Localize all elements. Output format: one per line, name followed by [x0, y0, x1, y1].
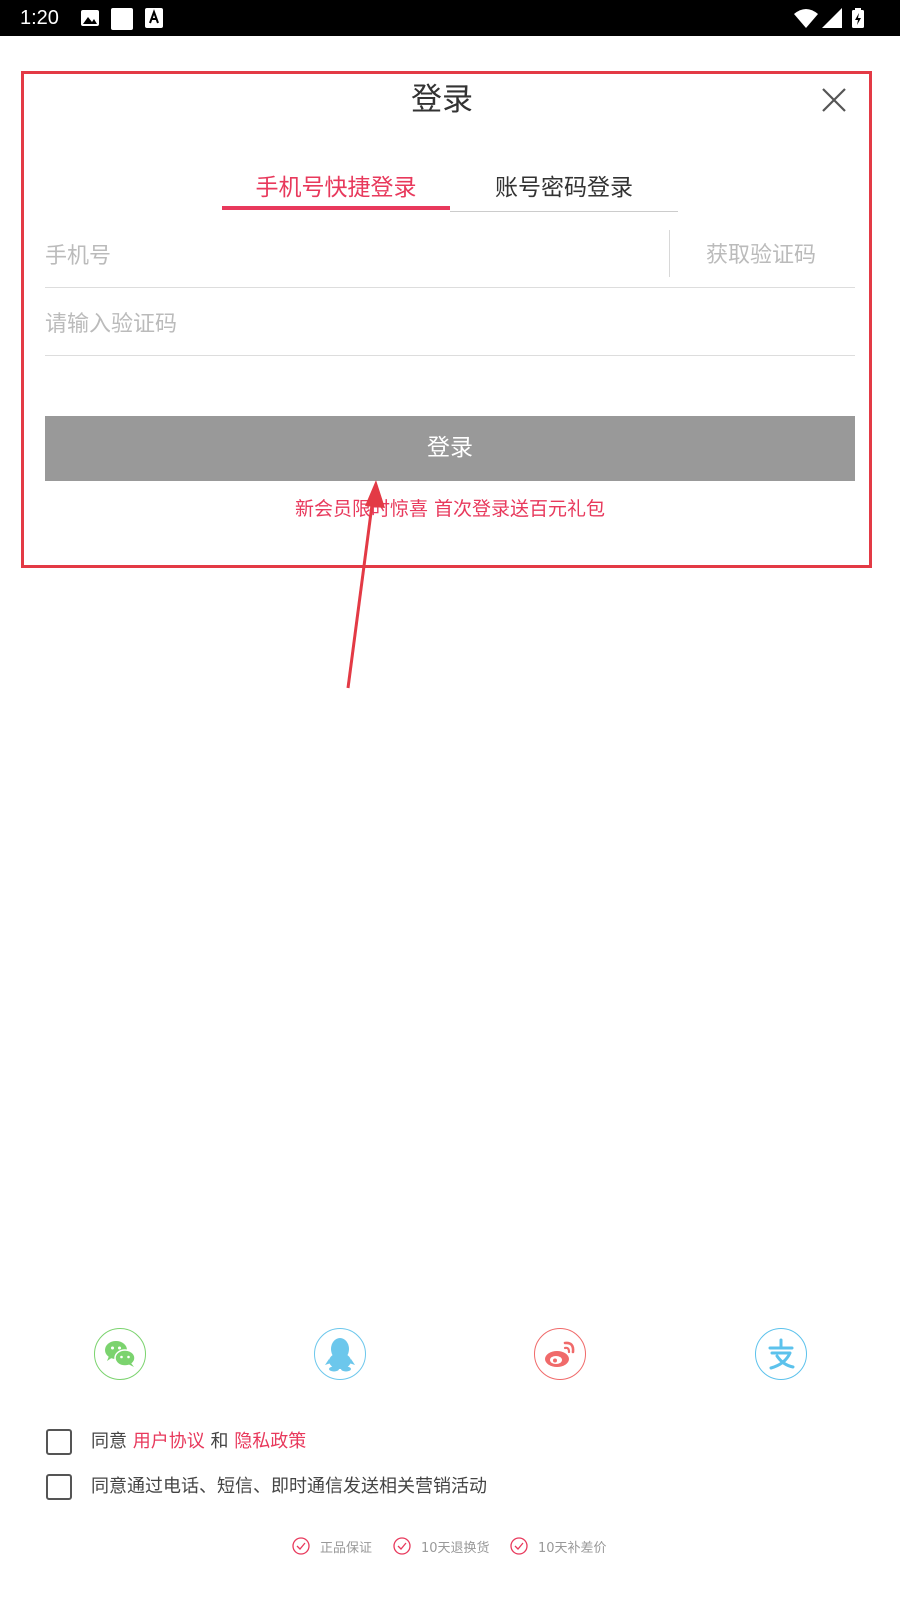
terms-agree-text: 同意 用户协议 和 隐私政策 [91, 1428, 306, 1456]
status-time: 1:20 [20, 7, 59, 29]
alipay-icon [768, 1338, 795, 1370]
promo-text: 新会员限时惊喜 首次登录送百元礼包 [294, 498, 606, 520]
marketing-consent-checkbox[interactable] [46, 1474, 72, 1500]
marketing-consent-text: 同意通过电话、短信、即时通信发送相关营销活动 [91, 1476, 487, 1497]
active-tab-indicator [222, 206, 450, 210]
verification-code-input[interactable] [45, 300, 845, 348]
guarantee-returns: 10天退换货 [393, 1534, 490, 1558]
guarantee-authentic: 正品保证 [292, 1534, 372, 1558]
close-button[interactable] [814, 80, 854, 120]
phone-input-underline [45, 287, 855, 288]
tab-phone-quick-login[interactable]: 手机号快捷登录 [222, 168, 450, 208]
wechat-login-button[interactable] [94, 1328, 146, 1380]
weibo-login-button[interactable] [534, 1328, 586, 1380]
wechat-icon [105, 1341, 136, 1367]
guarantee-price-match: 10天补差价 [510, 1534, 607, 1558]
qq-icon [325, 1338, 355, 1372]
guarantee-label: 10天退换货 [421, 1540, 490, 1556]
get-code-button[interactable]: 获取验证码 [672, 232, 850, 280]
page-title: 登录 [411, 82, 473, 118]
qq-login-button[interactable] [314, 1328, 366, 1380]
font-download-icon [145, 8, 163, 28]
check-circle-icon [292, 1537, 310, 1555]
wifi-icon [794, 9, 818, 28]
login-button[interactable]: 登录 [45, 416, 855, 481]
check-circle-icon [393, 1537, 411, 1555]
terms-prefix: 同意 [91, 1431, 127, 1452]
cell-signal-icon [822, 8, 842, 28]
guarantee-label: 正品保证 [320, 1540, 373, 1556]
close-icon [822, 88, 846, 112]
terms-and: 和 [210, 1431, 229, 1452]
battery-charging-icon [852, 8, 864, 28]
code-input-underline [45, 355, 855, 356]
guarantee-label: 10天补差价 [538, 1540, 607, 1556]
square-icon [111, 8, 133, 30]
image-icon [81, 10, 99, 26]
check-circle-icon [510, 1537, 528, 1555]
status-bar: 1:20 [0, 0, 900, 36]
weibo-icon [545, 1341, 575, 1367]
tab-divider [450, 211, 678, 212]
terms-agree-checkbox[interactable] [46, 1429, 72, 1455]
privacy-policy-link[interactable]: 隐私政策 [234, 1431, 306, 1452]
input-divider [669, 230, 670, 277]
user-agreement-link[interactable]: 用户协议 [133, 1431, 205, 1452]
alipay-login-button[interactable] [755, 1328, 807, 1380]
tab-account-password-login[interactable]: 账号密码登录 [450, 168, 678, 208]
phone-input[interactable] [45, 232, 645, 280]
